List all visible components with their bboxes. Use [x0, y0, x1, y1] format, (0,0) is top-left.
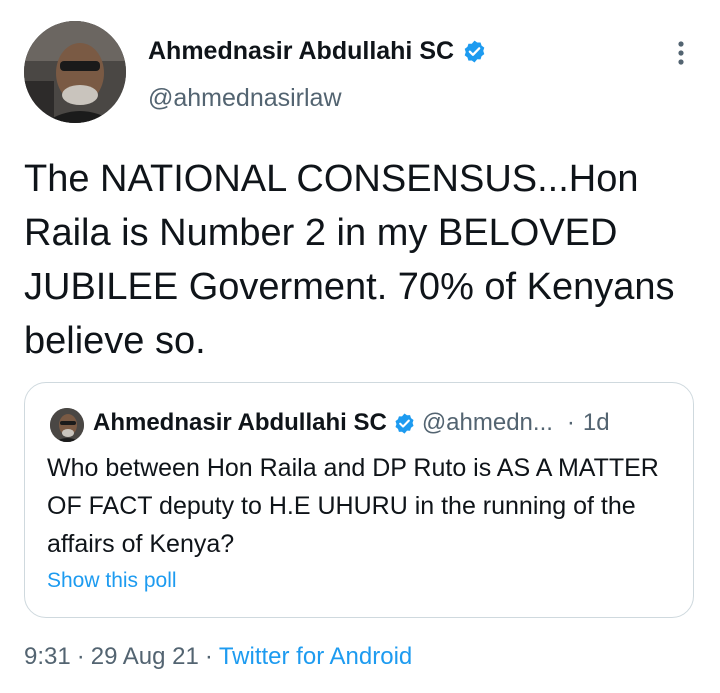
avatar-photo [50, 408, 84, 442]
quoted-tweet-text: Who between Hon Raila and DP Ruto is AS … [47, 454, 659, 558]
tweet-time[interactable]: 9:31 [24, 643, 71, 670]
verified-badge-icon [393, 412, 416, 435]
tweet-date[interactable]: 29 Aug 21 [91, 643, 199, 670]
tweet-source-link[interactable]: Twitter for Android [219, 643, 412, 670]
quoted-author-avatar [50, 408, 84, 442]
verified-badge-icon [462, 39, 487, 64]
quoted-author-handle: @ahmedn... [421, 409, 553, 436]
quoted-tweet-time: 1d [582, 409, 610, 436]
separator-dot: · [566, 409, 575, 436]
author-name-text[interactable]: Ahmednasir Abdullahi SC [148, 35, 454, 67]
more-vertical-icon [678, 41, 684, 65]
tweet: Ahmednasir Abdullahi SC @ahmednasirlaw T… [0, 0, 720, 693]
author-avatar[interactable] [24, 21, 126, 123]
quoted-tweet-header: Ahmednasir Abdullahi SC @ahmedn... · 1d [93, 407, 610, 439]
avatar-photo [24, 21, 126, 123]
separator-dot: · [204, 643, 213, 670]
author-name[interactable]: Ahmednasir Abdullahi SC [148, 35, 487, 67]
quoted-tweet-card[interactable]: Ahmednasir Abdullahi SC @ahmedn... · 1d … [24, 382, 694, 618]
tweet-text: The NATIONAL CONSENSUS...Hon Raila is Nu… [24, 158, 675, 362]
more-options-button[interactable] [666, 38, 696, 68]
separator-dot: · [76, 643, 85, 670]
tweet-metadata: 9:31 · 29 Aug 21 · Twitter for Android [24, 640, 412, 674]
quoted-author-name: Ahmednasir Abdullahi SC [93, 409, 387, 436]
show-poll-link[interactable]: Show this poll [47, 566, 177, 596]
author-handle[interactable]: @ahmednasirlaw [148, 82, 342, 114]
